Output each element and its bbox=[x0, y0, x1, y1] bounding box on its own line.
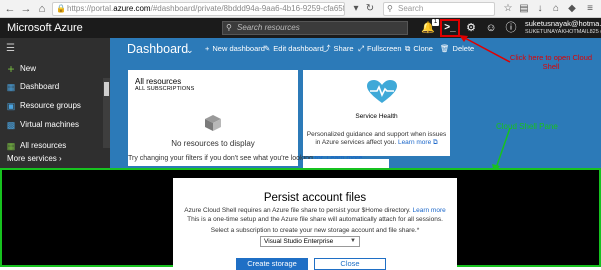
browser-search-placeholder: Search bbox=[398, 4, 424, 13]
more-services-label: More services bbox=[7, 154, 57, 163]
reload-icon[interactable]: ↻ bbox=[364, 3, 376, 15]
sidebar-item-virtual-machines[interactable]: ▩ Virtual machines bbox=[0, 116, 103, 134]
dashboard-icon: ▦ bbox=[6, 82, 16, 92]
subscription-value: Visual Studio Enterprise bbox=[264, 238, 334, 245]
dashboard-tile[interactable] bbox=[303, 159, 389, 168]
sidebar-more-services[interactable]: More services › bbox=[0, 150, 103, 168]
sidebar-item-label: New bbox=[20, 64, 37, 73]
share-button[interactable]: ⤴ Share bbox=[323, 43, 354, 55]
notification-badge: 1 bbox=[432, 19, 439, 26]
tile-subtitle: ALL SUBSCRIPTIONS bbox=[135, 86, 195, 92]
terminal-icon: >_ bbox=[444, 22, 456, 33]
back-icon[interactable]: ← bbox=[3, 2, 17, 16]
chevron-down-icon: ▼ bbox=[350, 238, 356, 244]
clone-button[interactable]: ⧉ Clone bbox=[405, 43, 433, 55]
hint-text: Try changing your filters if you don't s… bbox=[128, 155, 313, 162]
sidebar-item-new[interactable]: + New bbox=[0, 60, 103, 78]
resource-search-placeholder: Search resources bbox=[237, 23, 300, 32]
lock-icon: 🔒 bbox=[56, 4, 66, 13]
learn-more-link[interactable]: Learn more bbox=[398, 139, 431, 146]
heart-pulse-icon bbox=[367, 80, 397, 103]
menu-icon[interactable]: ≡ bbox=[584, 3, 596, 15]
brand-logo[interactable]: Microsoft Azure bbox=[7, 19, 83, 37]
share-icon: ⤴ bbox=[323, 44, 331, 53]
dialog-select-prompt: Select a subscription to create your new… bbox=[210, 227, 420, 234]
command-label: Fullscreen bbox=[367, 44, 402, 53]
plus-icon: + bbox=[7, 62, 15, 76]
browser-search-input[interactable]: ⚲ Search bbox=[383, 2, 495, 16]
clipboard-icon[interactable]: ▤ bbox=[518, 3, 530, 15]
url-prefix: https://portal. bbox=[67, 4, 114, 13]
edit-dashboard-button[interactable]: ✎ Edit dashboard bbox=[264, 43, 324, 55]
cube-icon bbox=[205, 115, 221, 131]
fullscreen-button[interactable]: ⤢ Fullscreen bbox=[358, 43, 402, 55]
annotation-arrow-red bbox=[459, 35, 511, 63]
user-directory: SUKETUNAYAKHOTMAIL825 (... bbox=[525, 29, 601, 35]
resource-groups-icon: ▣ bbox=[6, 101, 16, 111]
command-label: Edit dashboard bbox=[273, 44, 324, 53]
resource-search-input[interactable]: ⚲ Search resources bbox=[222, 21, 408, 35]
sidebar-item-dashboard[interactable]: ▦ Dashboard bbox=[0, 78, 103, 96]
dialog-title: Persist account files bbox=[263, 192, 367, 204]
command-label: Clone bbox=[413, 44, 433, 53]
virtual-machines-icon: ▩ bbox=[6, 120, 16, 130]
annotation-shell-hint: Click here to open Cloud Shell bbox=[509, 53, 593, 71]
tile-description: Personalized guidance and support when i… bbox=[306, 131, 447, 147]
tile-title: Service Health bbox=[355, 113, 398, 120]
star-icon[interactable]: ☆ bbox=[502, 3, 514, 15]
chevron-down-icon[interactable]: ⌄ bbox=[186, 42, 194, 58]
sidebar-item-label: Resource groups bbox=[20, 101, 81, 110]
user-name[interactable]: suketusnayak@hotma... bbox=[525, 19, 601, 28]
command-label: Share bbox=[333, 44, 354, 53]
sidebar-item-label: All resources bbox=[20, 141, 67, 150]
close-button[interactable]: Close bbox=[314, 258, 386, 270]
sidebar-item-label: Dashboard bbox=[20, 82, 60, 91]
dialog-text: Azure Cloud Shell requires an Azure file… bbox=[184, 207, 411, 214]
pencil-icon: ✎ bbox=[264, 44, 271, 53]
empty-state-hint: Try changing your filters if you don't s… bbox=[128, 154, 362, 163]
fullscreen-icon: ⤢ bbox=[358, 44, 364, 53]
home-shortcut-icon[interactable]: ⌂ bbox=[550, 3, 562, 15]
forward-icon[interactable]: → bbox=[19, 2, 33, 16]
trash-icon: 🗑 bbox=[440, 44, 450, 53]
empty-state-text: No resources to display bbox=[171, 139, 255, 148]
dropdown-icon[interactable]: ▾ bbox=[350, 3, 362, 15]
dialog-text-secondary: This is a one-time setup and the Azure f… bbox=[187, 216, 443, 223]
chevron-right-icon: › bbox=[59, 154, 62, 163]
url-path: /#dashboard/private/8bddd94a-9aa6-4b16-9… bbox=[150, 4, 345, 13]
search-icon: ⚲ bbox=[226, 23, 232, 32]
plus-icon: + bbox=[205, 44, 210, 53]
shield-icon[interactable]: ◆ bbox=[566, 3, 578, 15]
url-host: azure.com bbox=[113, 4, 151, 13]
command-label: New dashboard bbox=[212, 44, 265, 53]
home-icon[interactable]: ⌂ bbox=[35, 2, 49, 16]
learn-more-link[interactable]: Learn more bbox=[412, 207, 445, 214]
dialog-description: Azure Cloud Shell requires an Azure file… bbox=[178, 206, 452, 224]
download-icon[interactable]: ↓ bbox=[534, 3, 546, 15]
external-link-icon: ⧉ bbox=[431, 139, 438, 146]
clone-icon: ⧉ bbox=[405, 44, 411, 53]
create-storage-button[interactable]: Create storage bbox=[236, 258, 308, 270]
sidebar-item-resource-groups[interactable]: ▣ Resource groups bbox=[0, 97, 103, 115]
address-bar[interactable]: 🔒 https://portal.azure.com/#dashboard/pr… bbox=[52, 2, 345, 16]
hamburger-icon[interactable]: ☰ bbox=[6, 43, 15, 55]
new-dashboard-button[interactable]: + New dashboard bbox=[205, 43, 265, 55]
search-icon: ⚲ bbox=[387, 4, 393, 13]
subscription-select[interactable]: Visual Studio Enterprise ▼ bbox=[260, 236, 360, 247]
dashboard-title[interactable]: Dashboard bbox=[127, 41, 188, 57]
sidebar-item-label: Virtual machines bbox=[20, 120, 79, 129]
scrollbar-thumb[interactable] bbox=[104, 82, 109, 96]
